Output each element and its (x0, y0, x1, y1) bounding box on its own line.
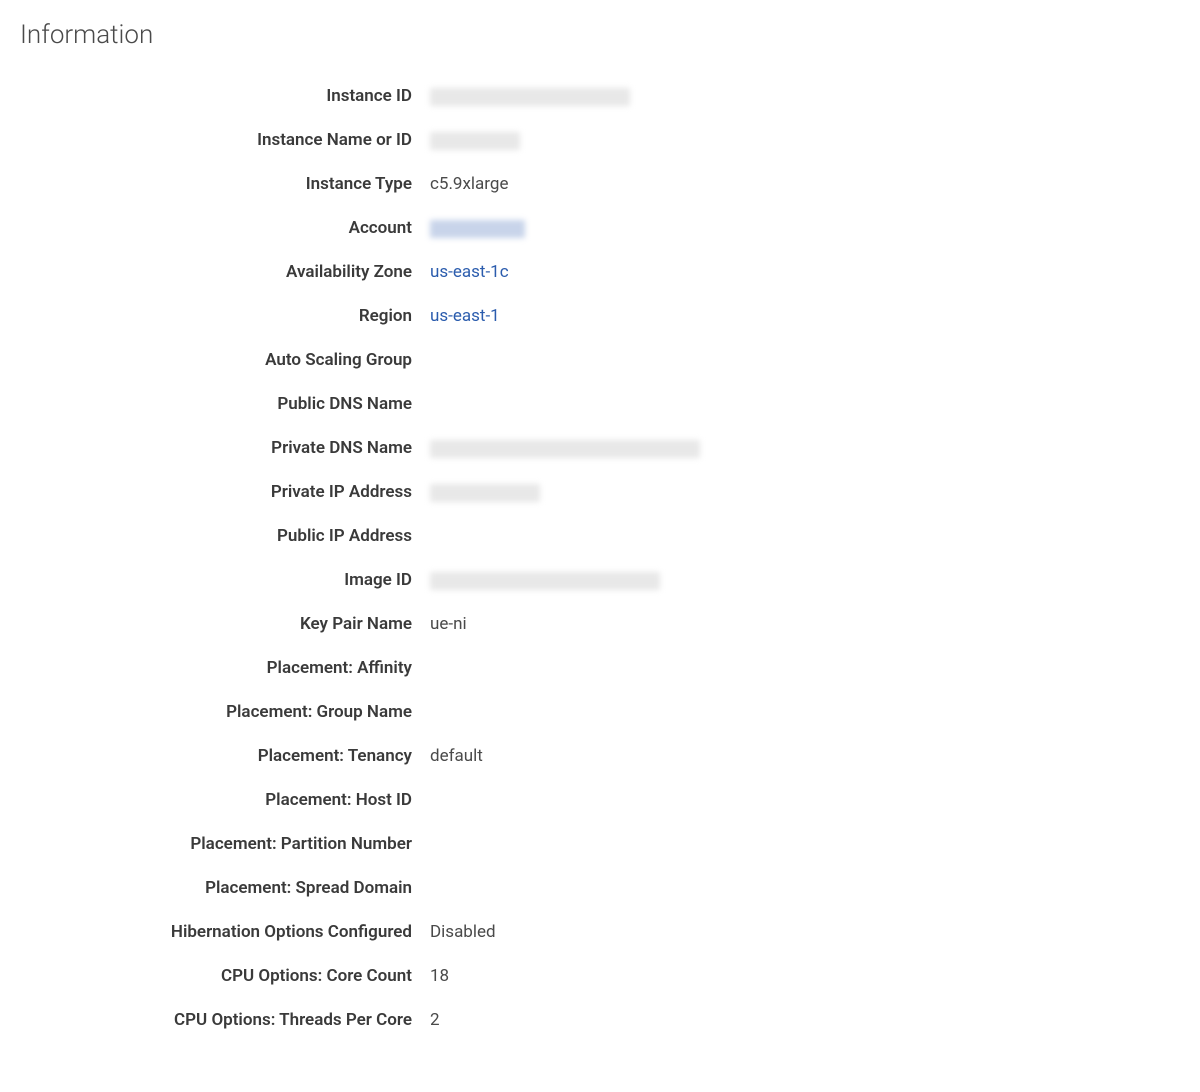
info-row-placement-partition-number: Placement: Partition Number (120, 822, 700, 866)
info-value-key-pair-name: ue-ni (430, 602, 700, 646)
info-value-placement-spread-domain (430, 866, 700, 910)
info-label-placement-affinity: Placement: Affinity (120, 646, 430, 690)
info-row-placement-group-name: Placement: Group Name (120, 690, 700, 734)
info-row-private-ip-address: Private IP Address (120, 470, 700, 514)
info-row-placement-host-id: Placement: Host ID (120, 778, 700, 822)
info-value-cpu-options-core-count: 18 (430, 954, 700, 998)
info-row-private-dns-name: Private DNS Name (120, 426, 700, 470)
section-title: Information (20, 20, 1180, 50)
info-label-image-id: Image ID (120, 558, 430, 602)
info-label-account: Account (120, 206, 430, 250)
info-value-region[interactable]: us-east-1 (430, 294, 700, 338)
info-value-placement-partition-number (430, 822, 700, 866)
info-value-hibernation-options-configured: Disabled (430, 910, 700, 954)
redacted-value (430, 220, 525, 238)
info-row-placement-spread-domain: Placement: Spread Domain (120, 866, 700, 910)
info-label-instance-name-or-id: Instance Name or ID (120, 118, 430, 162)
info-label-public-ip-address: Public IP Address (120, 514, 430, 558)
info-label-key-pair-name: Key Pair Name (120, 602, 430, 646)
info-label-private-ip-address: Private IP Address (120, 470, 430, 514)
redacted-value (430, 88, 630, 106)
info-label-hibernation-options-configured: Hibernation Options Configured (120, 910, 430, 954)
info-value-account (430, 206, 700, 250)
info-value-instance-type: c5.9xlarge (430, 162, 700, 206)
info-row-cpu-options-threads-per-core: CPU Options: Threads Per Core2 (120, 998, 700, 1042)
info-label-instance-type: Instance Type (120, 162, 430, 206)
info-row-placement-affinity: Placement: Affinity (120, 646, 700, 690)
info-table: Instance IDInstance Name or IDInstance T… (120, 74, 700, 1042)
info-value-auto-scaling-group (430, 338, 700, 382)
info-row-availability-zone: Availability Zoneus-east-1c (120, 250, 700, 294)
info-label-cpu-options-threads-per-core: CPU Options: Threads Per Core (120, 998, 430, 1042)
info-value-placement-host-id (430, 778, 700, 822)
redacted-value (430, 484, 540, 502)
info-value-placement-tenancy: default (430, 734, 700, 778)
info-row-instance-name-or-id: Instance Name or ID (120, 118, 700, 162)
info-row-auto-scaling-group: Auto Scaling Group (120, 338, 700, 382)
info-value-placement-group-name (430, 690, 700, 734)
info-label-private-dns-name: Private DNS Name (120, 426, 430, 470)
info-row-key-pair-name: Key Pair Nameue-ni (120, 602, 700, 646)
info-value-private-ip-address (430, 470, 700, 514)
info-label-placement-partition-number: Placement: Partition Number (120, 822, 430, 866)
info-label-placement-group-name: Placement: Group Name (120, 690, 430, 734)
redacted-value (430, 132, 520, 150)
info-value-private-dns-name (430, 426, 700, 470)
info-row-public-dns-name: Public DNS Name (120, 382, 700, 426)
info-label-public-dns-name: Public DNS Name (120, 382, 430, 426)
info-row-public-ip-address: Public IP Address (120, 514, 700, 558)
info-value-instance-id (430, 74, 700, 118)
info-row-instance-type: Instance Typec5.9xlarge (120, 162, 700, 206)
info-label-availability-zone: Availability Zone (120, 250, 430, 294)
info-label-auto-scaling-group: Auto Scaling Group (120, 338, 430, 382)
info-label-region: Region (120, 294, 430, 338)
info-value-availability-zone[interactable]: us-east-1c (430, 250, 700, 294)
info-value-cpu-options-threads-per-core: 2 (430, 998, 700, 1042)
info-value-public-ip-address (430, 514, 700, 558)
info-row-cpu-options-core-count: CPU Options: Core Count18 (120, 954, 700, 998)
redacted-value (430, 440, 700, 458)
info-row-account: Account (120, 206, 700, 250)
info-value-image-id (430, 558, 700, 602)
info-row-region: Regionus-east-1 (120, 294, 700, 338)
info-value-instance-name-or-id (430, 118, 700, 162)
info-label-instance-id: Instance ID (120, 74, 430, 118)
info-row-image-id: Image ID (120, 558, 700, 602)
info-row-instance-id: Instance ID (120, 74, 700, 118)
info-value-public-dns-name (430, 382, 700, 426)
redacted-value (430, 572, 660, 590)
info-row-hibernation-options-configured: Hibernation Options ConfiguredDisabled (120, 910, 700, 954)
info-label-cpu-options-core-count: CPU Options: Core Count (120, 954, 430, 998)
info-label-placement-tenancy: Placement: Tenancy (120, 734, 430, 778)
info-value-placement-affinity (430, 646, 700, 690)
info-label-placement-spread-domain: Placement: Spread Domain (120, 866, 430, 910)
info-label-placement-host-id: Placement: Host ID (120, 778, 430, 822)
info-row-placement-tenancy: Placement: Tenancydefault (120, 734, 700, 778)
